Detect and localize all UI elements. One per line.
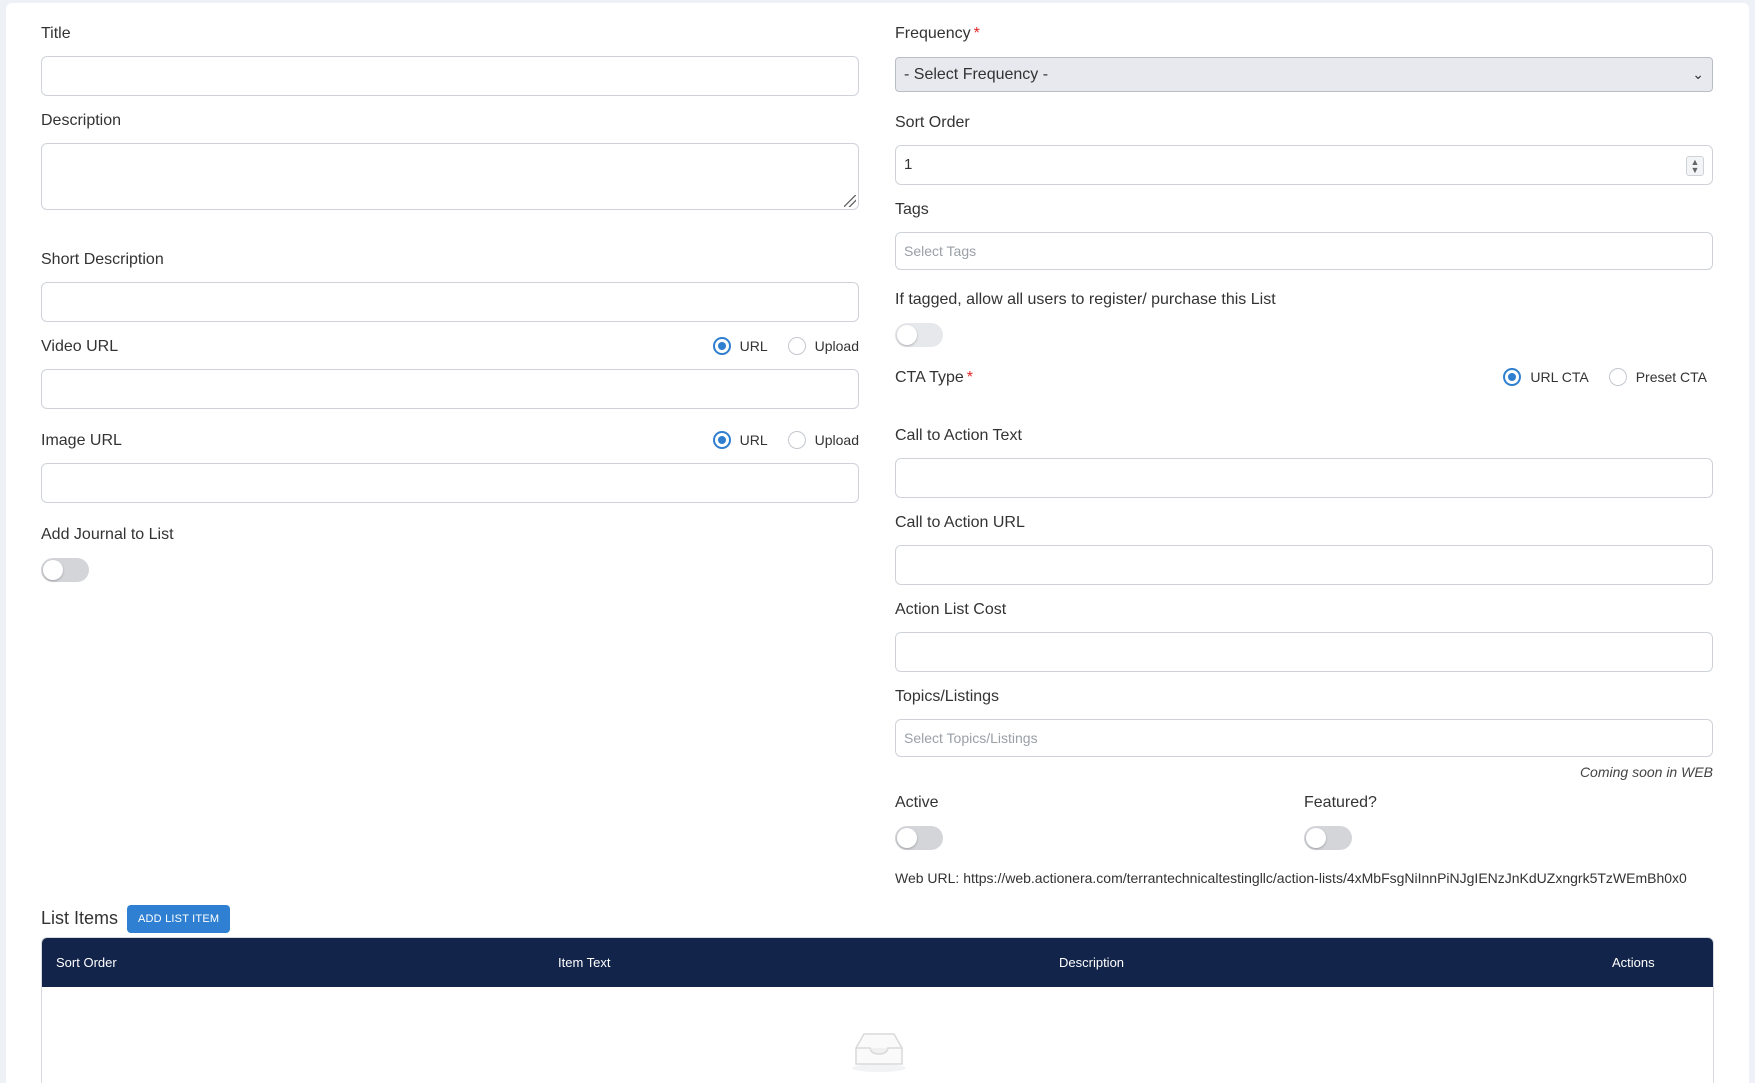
inbox-icon: [852, 1033, 906, 1072]
video-url-label: Video URL: [41, 338, 119, 355]
tags-label: Tags: [895, 201, 929, 218]
cta-url-input[interactable]: [895, 545, 1713, 585]
sort-order-label: Sort Order: [895, 114, 970, 131]
frequency-label: Frequency *: [895, 24, 980, 44]
image-url-option-label: URL: [739, 432, 768, 448]
radio-unselected-icon[interactable]: [787, 337, 806, 355]
video-upload-option[interactable]: Upload: [787, 337, 859, 355]
cta-url-option-label: URL CTA: [1530, 369, 1589, 385]
column-sort-order[interactable]: Sort Order: [56, 938, 117, 987]
list-items-title: List Items: [41, 908, 119, 928]
cta-type-radios: URL CTA Preset CTA: [1483, 368, 1707, 386]
tagged-register-toggle[interactable]: [895, 323, 943, 347]
tags-select[interactable]: Select Tags: [895, 232, 1713, 270]
active-toggle[interactable]: [895, 826, 943, 850]
video-url-option[interactable]: URL: [712, 337, 768, 355]
radio-unselected-icon[interactable]: [1608, 368, 1627, 386]
video-upload-option-label: Upload: [814, 338, 859, 354]
image-url-option[interactable]: URL: [712, 431, 768, 449]
title-label: Title: [41, 25, 71, 42]
form-card: Title Description Short Description Vide…: [6, 3, 1749, 1083]
sort-order-input[interactable]: 1 ▲ ▼: [895, 145, 1713, 185]
video-url-input[interactable]: [41, 369, 859, 409]
frequency-selected-value: - Select Frequency -: [904, 66, 1049, 83]
add-journal-toggle[interactable]: [41, 558, 89, 582]
column-item-text[interactable]: Item Text: [558, 938, 611, 987]
add-journal-label: Add Journal to List: [41, 526, 174, 543]
video-source-radios: URL Upload: [693, 337, 859, 355]
list-items-table: Sort Order Item Text Description Actions: [41, 937, 1714, 1083]
featured-toggle[interactable]: [1304, 826, 1352, 850]
radio-unselected-icon[interactable]: [787, 431, 806, 449]
image-upload-option[interactable]: Upload: [787, 431, 859, 449]
cta-text-input[interactable]: [895, 458, 1713, 498]
cta-preset-option[interactable]: Preset CTA: [1608, 368, 1707, 386]
chevron-down-icon: ⌄: [1692, 66, 1704, 82]
frequency-label-text: Frequency: [895, 25, 971, 42]
description-label: Description: [41, 112, 122, 129]
short-description-label: Short Description: [41, 251, 164, 268]
resize-grip-icon[interactable]: [844, 195, 856, 207]
frequency-select[interactable]: - Select Frequency - ⌄: [895, 57, 1713, 92]
sort-order-value: 1: [904, 156, 913, 173]
radio-selected-icon[interactable]: [712, 337, 731, 355]
tagged-register-label: If tagged, allow all users to register/ …: [895, 291, 1276, 308]
cta-text-label: Call to Action Text: [895, 427, 1022, 444]
video-url-option-label: URL: [739, 338, 768, 354]
coming-soon-note: Coming soon in WEB: [1579, 764, 1713, 780]
spinner-arrows-icon[interactable]: ▲ ▼: [1686, 156, 1704, 176]
radio-selected-icon[interactable]: [1503, 368, 1522, 386]
cta-url-label: Call to Action URL: [895, 514, 1025, 531]
required-marker: *: [966, 369, 974, 386]
cta-type-label-text: CTA Type: [895, 369, 964, 386]
short-description-input[interactable]: [41, 282, 859, 322]
image-source-radios: URL Upload: [693, 431, 859, 449]
cta-type-label: CTA Type *: [895, 368, 973, 388]
required-marker: *: [973, 25, 980, 42]
title-input[interactable]: [41, 56, 859, 96]
cost-input[interactable]: [895, 632, 1713, 672]
web-url-text[interactable]: Web URL: https://web.actionera.com/terra…: [895, 870, 1687, 886]
column-description[interactable]: Description: [1059, 938, 1124, 987]
image-url-input[interactable]: [41, 463, 859, 503]
topics-label: Topics/Listings: [895, 688, 1000, 705]
table-header: Sort Order Item Text Description Actions: [42, 938, 1713, 987]
image-upload-option-label: Upload: [814, 432, 859, 448]
cta-url-option[interactable]: URL CTA: [1503, 368, 1589, 386]
add-list-item-button[interactable]: ADD LIST ITEM: [127, 905, 231, 933]
image-url-label: Image URL: [41, 432, 122, 449]
description-textarea[interactable]: [41, 143, 859, 210]
cta-preset-option-label: Preset CTA: [1635, 369, 1707, 385]
topics-select[interactable]: Select Topics/Listings: [895, 719, 1713, 757]
active-label: Active: [895, 794, 939, 811]
column-actions: Actions: [1612, 955, 1655, 970]
featured-label: Featured?: [1304, 794, 1377, 811]
cost-label: Action List Cost: [895, 601, 1007, 618]
radio-selected-icon[interactable]: [712, 431, 731, 449]
